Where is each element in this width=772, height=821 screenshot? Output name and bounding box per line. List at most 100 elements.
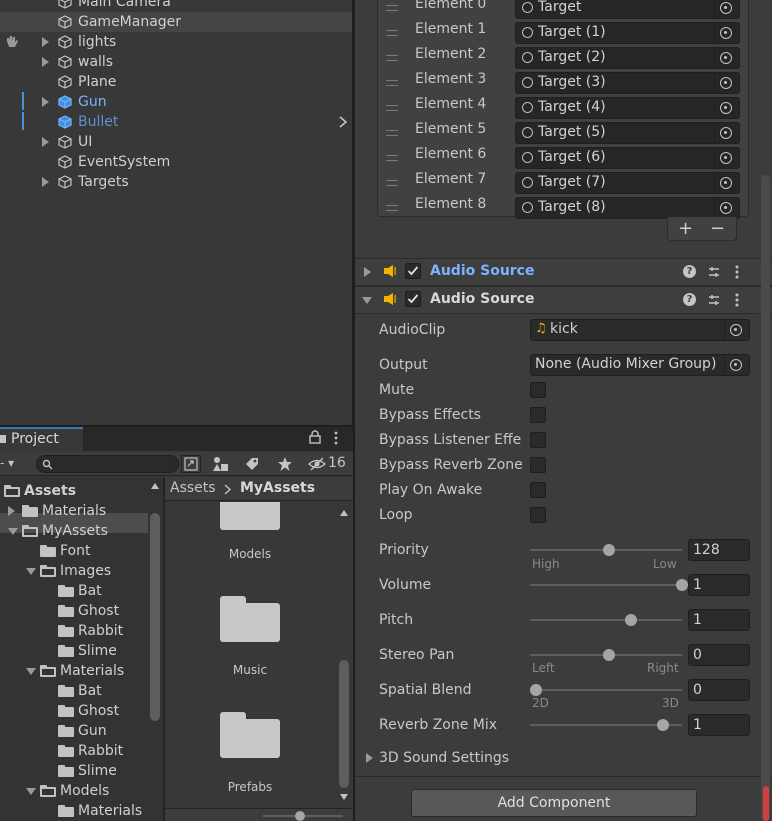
volume-input[interactable]: 1 — [688, 574, 750, 596]
collapse-arrow-icon[interactable] — [26, 788, 36, 795]
inspector-scrollbar-thumb[interactable] — [761, 175, 770, 821]
target-object-field[interactable]: Target (4) — [515, 97, 740, 119]
folder-music-icon[interactable] — [220, 596, 280, 642]
output-field[interactable]: None (Audio Mixer Group) — [530, 354, 750, 376]
audio-source-header[interactable]: Audio Source ? — [355, 286, 772, 314]
bypass-listener-checkbox[interactable] — [530, 432, 546, 448]
grid-scrollbar-thumb[interactable] — [339, 660, 349, 788]
add-element-button[interactable]: + — [678, 218, 693, 239]
filter-by-type-icon[interactable] — [212, 456, 230, 476]
mute-checkbox[interactable] — [530, 382, 546, 398]
collapse-arrow-icon[interactable] — [26, 668, 36, 675]
kebab-menu-icon[interactable] — [735, 292, 739, 312]
target-object-field[interactable]: Target (2) — [515, 47, 740, 69]
hierarchy-item[interactable]: Plane — [0, 72, 352, 92]
pitch-slider-handle[interactable] — [624, 614, 637, 626]
tab-project[interactable]: Project — [0, 427, 83, 452]
target-object-field[interactable]: Target (3) — [515, 72, 740, 94]
spatial-blend-slider-handle[interactable] — [530, 684, 542, 696]
chevron-right-icon[interactable] — [338, 116, 348, 132]
folder-music-label[interactable]: Music — [165, 663, 335, 677]
hierarchy-item[interactable]: GameManager — [0, 12, 352, 32]
scroll-up-icon[interactable] — [151, 483, 159, 489]
target-object-field[interactable]: Target (5) — [515, 122, 740, 144]
object-picker-button[interactable] — [714, 48, 739, 68]
folder-prefabs-label[interactable]: Prefabs — [165, 780, 335, 794]
folder-models-label[interactable]: Models — [165, 547, 335, 561]
drag-handle-icon[interactable] — [386, 180, 398, 186]
object-picker-button[interactable] — [724, 320, 749, 340]
audioclip-field[interactable]: ♫ kick — [530, 319, 750, 341]
object-picker-button[interactable] — [714, 123, 739, 143]
create-dropdown[interactable]: - ▾ — [0, 456, 14, 470]
preset-icon[interactable] — [707, 265, 721, 283]
search-input[interactable] — [36, 455, 179, 473]
object-picker-button[interactable] — [714, 198, 739, 218]
search-scope-button[interactable] — [181, 455, 201, 473]
collapse-arrow-icon[interactable] — [8, 528, 18, 535]
object-picker-button[interactable] — [714, 23, 739, 43]
breadcrumb-myassets[interactable]: MyAssets — [240, 480, 315, 496]
filter-by-label-icon[interactable] — [244, 456, 260, 476]
hidden-packages-icon[interactable] — [308, 456, 326, 476]
add-component-button[interactable]: Add Component — [411, 789, 697, 817]
volume-slider-handle[interactable] — [676, 579, 688, 591]
tree-scrollbar-thumb[interactable] — [150, 513, 160, 721]
expand-arrow-icon[interactable] — [42, 97, 49, 107]
spatial-blend-input[interactable]: 0 — [688, 679, 750, 701]
expand-arrow-icon[interactable] — [364, 267, 371, 277]
expand-arrow-icon[interactable] — [42, 57, 49, 67]
folder-models-icon[interactable] — [220, 502, 280, 530]
help-icon[interactable]: ? — [683, 293, 696, 306]
preset-icon[interactable] — [707, 293, 721, 311]
grid-scrollbar[interactable] — [338, 505, 351, 805]
object-picker-button[interactable] — [714, 173, 739, 193]
loop-checkbox[interactable] — [530, 507, 546, 523]
reverb-zone-mix-input[interactable]: 1 — [688, 714, 750, 736]
tree-scrollbar[interactable] — [149, 481, 161, 821]
hierarchy-item[interactable]: Gun — [0, 92, 352, 112]
kebab-menu-icon[interactable] — [735, 264, 739, 284]
stereo-pan-input[interactable]: 0 — [688, 644, 750, 666]
hierarchy-item[interactable]: walls — [0, 52, 352, 72]
hierarchy-item[interactable]: EventSystem — [0, 152, 352, 172]
kebab-menu-icon[interactable] — [334, 431, 338, 449]
remove-element-button[interactable]: − — [710, 218, 725, 239]
icon-size-slider-handle[interactable] — [295, 811, 305, 821]
expand-arrow-icon[interactable] — [42, 37, 49, 47]
folder-prefabs-icon[interactable] — [220, 712, 280, 758]
reverb-zone-mix-slider-handle[interactable] — [657, 719, 670, 731]
favorites-star-icon[interactable] — [277, 456, 293, 476]
collapse-arrow-icon[interactable] — [362, 297, 372, 304]
hierarchy-item[interactable]: lights — [0, 32, 352, 52]
pitch-slider[interactable] — [530, 619, 682, 621]
target-object-field[interactable]: Target (7) — [515, 172, 740, 194]
target-object-field[interactable]: Target (6) — [515, 147, 740, 169]
expand-arrow-icon[interactable] — [8, 506, 15, 516]
object-picker-button[interactable] — [714, 0, 739, 18]
breadcrumb-assets[interactable]: Assets — [170, 480, 216, 496]
expand-arrow-icon[interactable] — [42, 137, 49, 147]
drag-handle-icon[interactable] — [386, 80, 398, 86]
expand-arrow-icon[interactable] — [366, 753, 373, 763]
enabled-checkbox[interactable] — [405, 291, 421, 307]
target-object-field[interactable]: Target (1) — [515, 22, 740, 44]
collapse-arrow-icon[interactable] — [26, 568, 36, 575]
volume-slider[interactable] — [530, 584, 682, 586]
target-object-field[interactable]: Target (8) — [515, 197, 740, 219]
scroll-up-icon[interactable] — [340, 510, 348, 516]
drag-handle-icon[interactable] — [386, 155, 398, 161]
priority-input[interactable]: 128 — [688, 539, 750, 561]
hierarchy-item[interactable]: Targets — [0, 172, 352, 192]
expand-arrow-icon[interactable] — [42, 177, 49, 187]
object-picker-button[interactable] — [714, 148, 739, 168]
drag-handle-icon[interactable] — [386, 205, 398, 211]
object-picker-button[interactable] — [724, 355, 749, 375]
drag-handle-icon[interactable] — [386, 30, 398, 36]
lock-icon[interactable] — [309, 430, 321, 448]
bypass-effects-checkbox[interactable] — [530, 407, 546, 423]
help-icon[interactable]: ? — [683, 265, 696, 278]
3d-sound-settings-foldout[interactable]: 3D Sound Settings — [379, 748, 509, 768]
drag-handle-icon[interactable] — [386, 5, 398, 11]
object-picker-button[interactable] — [714, 73, 739, 93]
